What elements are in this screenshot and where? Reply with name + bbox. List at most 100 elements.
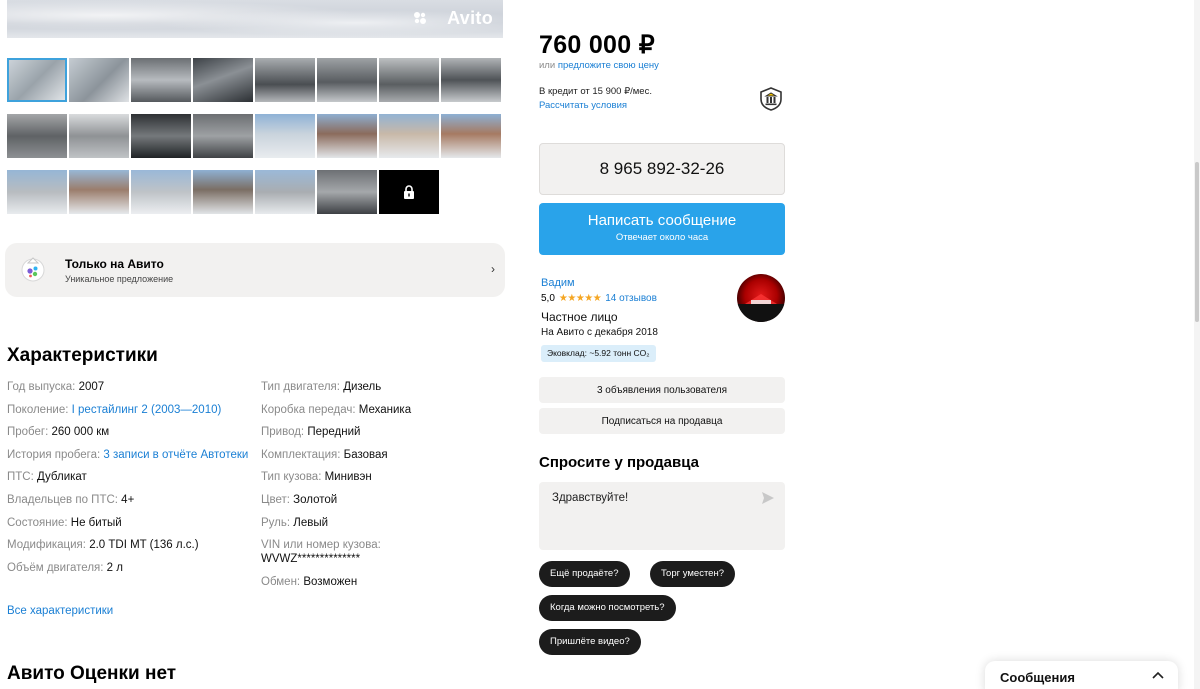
show-phone-button[interactable]: 8 965 892-32-26 — [539, 143, 785, 195]
spec-row: Руль: Левый — [261, 516, 501, 530]
spec-row: ПТС: Дубликат — [7, 470, 257, 484]
spec-label: Привод: — [261, 426, 305, 439]
spec-label: VIN или номер кузова: — [261, 539, 381, 552]
photo-thumbnail[interactable] — [69, 114, 129, 158]
spec-value: 2 л — [106, 561, 123, 574]
photo-thumbnail[interactable] — [441, 114, 501, 158]
reviews-link[interactable]: 14 отзывов — [605, 293, 657, 304]
spec-row: Владельцев по ПТС: 4+ — [7, 493, 257, 507]
only-avito-subtitle: Уникальное предложение — [65, 274, 174, 284]
photo-thumbnail[interactable] — [193, 170, 253, 214]
chevron-up-icon[interactable] — [1152, 671, 1164, 679]
chevron-right-icon: › — [491, 262, 495, 276]
subscribe-seller-button[interactable]: Подписаться на продавца — [539, 408, 785, 434]
quick-question-chip[interactable]: Ещё продаёте? — [539, 561, 630, 587]
spec-row: История пробега: 3 записи в отчёте Автот… — [7, 448, 257, 462]
spec-row: Коробка передач: Механика — [261, 403, 501, 417]
spec-row: Обмен: Возможен — [261, 575, 501, 589]
messages-widget-label: Сообщения — [1000, 670, 1075, 685]
photo-thumbnail[interactable] — [69, 58, 129, 102]
only-avito-card[interactable]: Только на Авито Уникальное предложение › — [5, 243, 505, 297]
spec-value: Дубликат — [37, 471, 87, 484]
spec-value: Минивэн — [324, 471, 372, 484]
ask-seller-input[interactable]: Здравствуйте! — [539, 482, 785, 550]
locked-photos-thumbnail[interactable] — [379, 170, 439, 214]
photo-thumbnail[interactable] — [317, 58, 377, 102]
write-message-button[interactable]: Написать сообщение Отвечает около часа — [539, 203, 785, 255]
specs-right-column: Тип двигателя: Дизель Коробка передач: Ме… — [261, 380, 501, 597]
spec-value-link[interactable]: 3 записи в отчёте Автотеки — [103, 449, 248, 461]
spec-value: Не битый — [70, 516, 122, 529]
spec-label: Тип кузова: — [261, 471, 322, 484]
spec-row: Цвет: Золотой — [261, 493, 501, 507]
page-scrollbar[interactable] — [1194, 0, 1200, 689]
photo-thumbnail[interactable] — [69, 170, 129, 214]
credit-calc-link[interactable]: Рассчитать условия — [539, 100, 627, 111]
seller-ads-button[interactable]: 3 объявления пользователя — [539, 377, 785, 403]
spec-label: Руль: — [261, 516, 291, 529]
main-photo[interactable]: Avito — [7, 0, 503, 38]
thumbnail-row — [7, 114, 503, 158]
quick-question-chip[interactable]: Торг уместен? — [650, 561, 735, 587]
rating-stars-icon: ★★★★★ — [558, 293, 602, 304]
send-icon[interactable] — [761, 491, 775, 505]
spec-label: Состояние: — [7, 516, 68, 529]
all-characteristics-link[interactable]: Все характеристики — [7, 605, 113, 617]
seller-avatar[interactable] — [737, 274, 785, 322]
seller-rating: 5,0 ★★★★★ 14 отзывов — [541, 293, 657, 304]
spec-value-link[interactable]: I рестайлинг 2 (2003—2010) — [72, 404, 222, 416]
spec-value: 4+ — [121, 493, 135, 506]
photo-thumbnail[interactable] — [193, 114, 253, 158]
avito-ocenki-heading: Авито Оценки нет — [7, 663, 177, 684]
characteristics-heading: Характеристики — [7, 345, 158, 366]
spec-value: Золотой — [293, 493, 338, 506]
photo-thumbnail[interactable] — [7, 170, 67, 214]
spec-row: Состояние: Не битый — [7, 516, 257, 530]
messages-widget[interactable]: Сообщения — [985, 661, 1178, 689]
rating-value: 5,0 — [541, 293, 555, 304]
photo-thumbnail[interactable] — [441, 58, 501, 102]
photo-thumbnail[interactable] — [255, 170, 315, 214]
eco-badge[interactable]: Эковклад: ~5.92 тонн CO₂ — [541, 345, 656, 362]
specs-left-column: Год выпуска: 2007 Поколение: I рестайлинг… — [7, 380, 257, 583]
quick-question-chip[interactable]: Пришлёте видео? — [539, 629, 641, 655]
ask-seller-heading: Спросите у продавца — [539, 454, 699, 471]
photo-thumbnail[interactable] — [193, 58, 253, 102]
offer-price-link[interactable]: предложите свою цену — [558, 60, 659, 71]
spec-label: Коробка передач: — [261, 403, 356, 416]
quick-question-chip[interactable]: Когда можно посмотреть? — [539, 595, 676, 621]
seller-name-link[interactable]: Вадим — [541, 277, 575, 289]
photo-thumbnail[interactable] — [131, 170, 191, 214]
spec-value: 2.0 TDI MT (136 л.с.) — [89, 539, 199, 552]
credit-text: В кредит от 15 900 ₽/мес. — [539, 86, 652, 97]
spec-row: Модификация: 2.0 TDI MT (136 л.с.) — [7, 538, 257, 552]
photo-thumbnail[interactable] — [131, 114, 191, 158]
spec-value: Возможен — [303, 575, 358, 588]
scrollbar-thumb[interactable] — [1195, 162, 1199, 322]
bank-logo-icon[interactable] — [758, 86, 784, 112]
photo-thumbnail[interactable] — [7, 114, 67, 158]
spec-value: WVWZ************** — [261, 553, 361, 566]
photo-thumbnail[interactable] — [131, 58, 191, 102]
photo-thumbnail[interactable] — [317, 170, 377, 214]
spec-row: Привод: Передний — [261, 425, 501, 439]
spec-row: Объём двигателя: 2 л — [7, 561, 257, 575]
spec-value: Передний — [307, 426, 361, 439]
photo-thumbnail[interactable] — [255, 58, 315, 102]
ask-seller-text: Здравствуйте! — [552, 492, 629, 504]
spec-label: Пробег: — [7, 426, 49, 439]
spec-row: Тип кузова: Минивэн — [261, 470, 501, 484]
spec-label: Обмен: — [261, 575, 301, 588]
gift-badge-icon — [21, 257, 45, 282]
response-time-label: Отвечает около часа — [615, 232, 709, 243]
spec-label: ПТС: — [7, 471, 34, 484]
photo-thumbnail[interactable] — [7, 58, 67, 102]
photo-thumbnail[interactable] — [379, 114, 439, 158]
spec-row: Пробег: 260 000 км — [7, 425, 257, 439]
spec-label: Цвет: — [261, 493, 290, 506]
photo-thumbnail[interactable] — [317, 114, 377, 158]
spec-label: История пробега: — [7, 448, 101, 461]
photo-thumbnail[interactable] — [255, 114, 315, 158]
photo-thumbnail[interactable] — [379, 58, 439, 102]
write-message-label: Написать сообщение — [587, 212, 737, 229]
